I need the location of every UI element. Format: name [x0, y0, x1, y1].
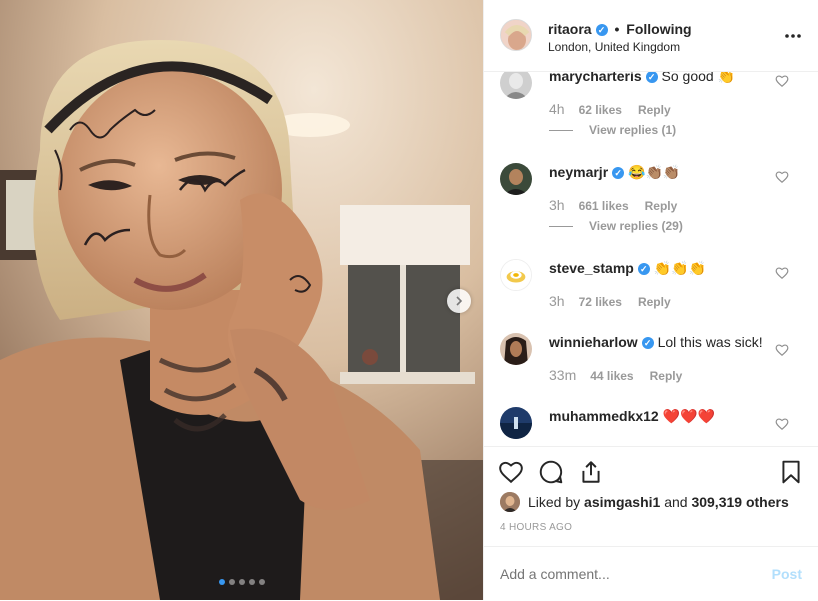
verified-badge-icon: ✓ — [595, 24, 608, 36]
verified-badge-icon: ✓ — [637, 263, 650, 275]
comment-text: So good 👏 — [661, 72, 735, 84]
likes-summary: Liked by asimgashi1 and 309,319 others — [500, 492, 789, 512]
post-comment-button[interactable]: Post — [772, 566, 802, 582]
likes-count[interactable]: 309,319 others — [691, 494, 788, 510]
comment-username[interactable]: marycharteris — [549, 72, 642, 84]
like-comment-heart-icon[interactable] — [775, 417, 789, 431]
header-separator: • — [614, 21, 620, 37]
avatar-image — [501, 20, 531, 50]
comment-text: ❤️❤️❤️ — [662, 408, 715, 424]
replies-line — [549, 226, 573, 228]
author-avatar[interactable] — [500, 19, 532, 51]
commenter-avatar[interactable] — [500, 259, 532, 291]
like-heart-icon[interactable] — [498, 459, 524, 485]
post-time-ago[interactable]: 4 HOURS AGO — [500, 522, 572, 533]
share-icon[interactable] — [578, 459, 604, 485]
replies-line — [549, 130, 573, 132]
carousel-dot — [228, 579, 235, 585]
post-side-panel: ritaora ✓ • Following London, United King… — [483, 0, 818, 600]
verified-badge-icon: ✓ — [645, 72, 658, 83]
post-photo[interactable] — [0, 0, 483, 600]
comment-bubble-icon[interactable] — [538, 459, 564, 485]
carousel-dots — [0, 579, 483, 585]
bookmark-icon[interactable] — [778, 459, 804, 485]
comment-username[interactable]: neymarjr — [549, 164, 608, 180]
commenter-avatar[interactable] — [500, 333, 532, 365]
comment-meta: 4h 62 likes Reply — [549, 101, 671, 117]
commenter-avatar[interactable] — [500, 72, 532, 99]
like-comment-heart-icon[interactable] — [775, 170, 789, 184]
post-actions-bar — [484, 446, 818, 495]
verified-badge-icon: ✓ — [641, 337, 654, 349]
liker-username[interactable]: asimgashi1 — [584, 494, 660, 510]
comment-username[interactable]: muhammedkx12 — [549, 408, 659, 424]
author-username[interactable]: ritaora — [548, 21, 592, 37]
add-comment-bar: Post — [484, 546, 818, 601]
reply-button[interactable]: Reply — [638, 103, 671, 117]
author-line: ritaora ✓ • Following — [548, 21, 692, 37]
reply-button[interactable]: Reply — [638, 295, 671, 309]
commenter-avatar[interactable] — [500, 163, 532, 195]
chevron-right-icon — [456, 296, 463, 306]
comment-text: 😂👏🏽👏🏽 — [628, 164, 681, 180]
comment-body: steve_stamp ✓ 👏👏👏 — [549, 259, 769, 277]
comment-likes[interactable]: 44 likes — [590, 369, 633, 383]
like-comment-heart-icon[interactable] — [775, 343, 789, 357]
comment-time[interactable]: 3h — [549, 197, 565, 213]
comment-text: Lol this was sick! — [657, 334, 763, 350]
carousel-dot — [248, 579, 255, 585]
liker-avatar[interactable] — [500, 492, 520, 512]
add-comment-input[interactable] — [500, 566, 760, 582]
view-replies-label: View replies (29) — [589, 219, 683, 233]
liked-by-and: and — [664, 494, 688, 510]
following-button[interactable]: Following — [626, 21, 691, 37]
comment-meta: 3h 72 likes Reply — [549, 293, 671, 309]
view-replies-button[interactable]: View replies (1) — [549, 123, 676, 137]
next-photo-button[interactable] — [447, 289, 471, 313]
reply-button[interactable]: Reply — [645, 199, 678, 213]
comments-list[interactable]: marycharteris ✓ So good 👏 4h 62 likes Reply… — [484, 72, 818, 444]
comment-meta: 33m 44 likes Reply — [549, 367, 682, 383]
post-header: ritaora ✓ • Following London, United King… — [484, 0, 818, 72]
like-comment-heart-icon[interactable] — [775, 266, 789, 280]
comment-meta: 3h 661 likes Reply — [549, 197, 677, 213]
comment-username[interactable]: steve_stamp — [549, 260, 634, 276]
comment-likes[interactable]: 661 likes — [579, 199, 629, 213]
carousel-dot — [238, 579, 245, 585]
comment-body: marycharteris ✓ So good 👏 — [549, 72, 769, 85]
comment-time[interactable]: 33m — [549, 367, 576, 383]
view-replies-label: View replies (1) — [589, 123, 677, 137]
more-options-icon[interactable] — [784, 26, 802, 40]
comment-likes[interactable]: 62 likes — [579, 103, 622, 117]
comment-username[interactable]: winnieharlow — [549, 334, 638, 350]
comment-text: 👏👏👏 — [653, 260, 707, 276]
comment-body: neymarjr ✓ 😂👏🏽👏🏽 — [549, 163, 769, 181]
comment-time[interactable]: 4h — [549, 101, 565, 117]
comment-body: muhammedkx12 ❤️❤️❤️ — [549, 407, 769, 425]
like-comment-heart-icon[interactable] — [775, 74, 789, 88]
selfie-image — [0, 0, 483, 600]
comment-body: winnieharlow ✓ Lol this was sick! — [549, 333, 769, 351]
carousel-dot — [258, 579, 265, 585]
comment-time[interactable]: 3h — [549, 293, 565, 309]
comment-likes[interactable]: 72 likes — [579, 295, 622, 309]
commenter-avatar[interactable] — [500, 407, 532, 439]
verified-badge-icon: ✓ — [612, 167, 625, 179]
post-location[interactable]: London, United Kingdom — [548, 40, 680, 54]
reply-button[interactable]: Reply — [650, 369, 683, 383]
carousel-dot — [218, 579, 225, 585]
liked-by-prefix: Liked by — [528, 494, 581, 510]
view-replies-button[interactable]: View replies (29) — [549, 219, 683, 233]
